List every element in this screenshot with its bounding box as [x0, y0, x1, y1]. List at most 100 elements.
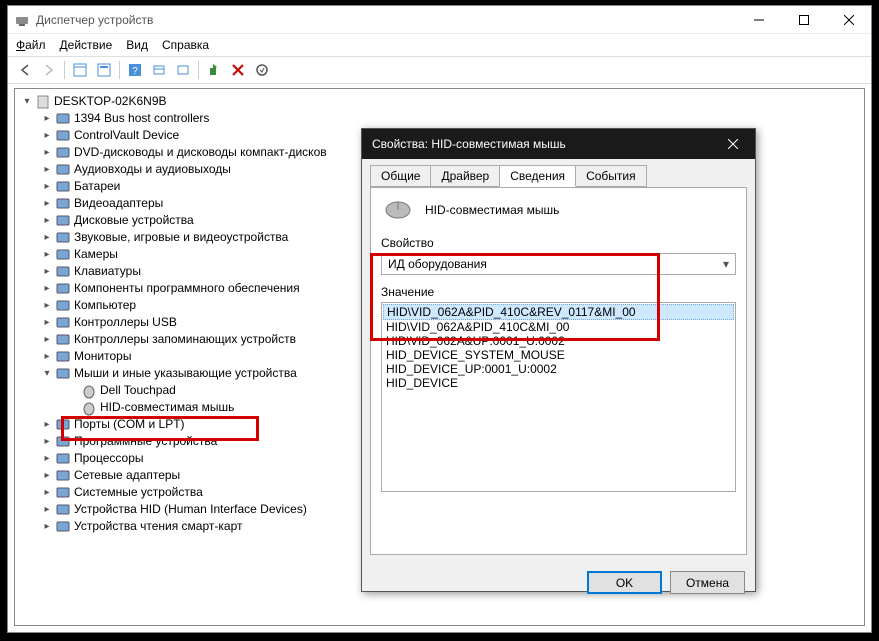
help-button[interactable]: ?	[124, 59, 146, 81]
tree-item-label: Мониторы	[74, 348, 131, 365]
chevron-right-icon: ▸	[41, 263, 53, 280]
forward-button[interactable]	[38, 59, 60, 81]
app-icon	[14, 12, 30, 28]
device-category-icon	[35, 94, 51, 110]
chevron-right-icon: ▸	[41, 178, 53, 195]
chevron-right-icon: ▸	[41, 212, 53, 229]
chevron-right-icon: ▸	[41, 433, 53, 450]
back-button[interactable]	[14, 59, 36, 81]
tree-item-label: Аудиовходы и аудиовыходы	[74, 161, 231, 178]
tree-item-label: ControlVault Device	[74, 127, 179, 144]
cancel-button[interactable]: Отмена	[670, 571, 745, 594]
value-item[interactable]: HID\VID_062A&PID_410C&REV_0117&MI_00	[383, 304, 734, 320]
close-button[interactable]	[826, 6, 871, 34]
ok-button[interactable]: OK	[587, 571, 662, 594]
tab-details[interactable]: Сведения	[499, 165, 576, 187]
window-controls	[736, 6, 871, 34]
tree-item-label: Компоненты программного обеспечения	[74, 280, 300, 297]
tree-item-label: Контроллеры запоминающих устройств	[74, 331, 296, 348]
value-item[interactable]: HID_DEVICE_SYSTEM_MOUSE	[383, 348, 734, 362]
device-category-icon	[55, 332, 71, 348]
device-category-icon	[55, 502, 71, 518]
refresh-button[interactable]	[172, 59, 194, 81]
tree-item-label: Компьютер	[74, 297, 136, 314]
svg-text:?: ?	[132, 66, 138, 77]
device-category-icon	[55, 349, 71, 365]
show-hide-button[interactable]	[69, 59, 91, 81]
device-category-icon	[55, 434, 71, 450]
tab-driver[interactable]: Драйвер	[430, 165, 500, 187]
tree-item-label: Дисковые устройства	[74, 212, 194, 229]
minimize-button[interactable]	[736, 6, 781, 34]
chevron-right-icon: ▸	[41, 161, 53, 178]
device-category-icon	[55, 111, 71, 127]
device-category-icon	[55, 128, 71, 144]
tree-item-label: Мыши и иные указывающие устройства	[74, 365, 297, 382]
device-category-icon	[55, 315, 71, 331]
device-category-icon	[55, 179, 71, 195]
device-category-icon	[55, 366, 71, 382]
device-category-icon	[55, 468, 71, 484]
device-category-icon	[81, 400, 97, 416]
tree-item[interactable]: ▾DESKTOP-02K6N9B	[19, 93, 864, 110]
tab-panel-details: HID-совместимая мышь Свойство ИД оборудо…	[370, 187, 747, 555]
device-category-icon	[55, 162, 71, 178]
dialog-button-row: OK Отмена	[362, 563, 755, 602]
menu-view[interactable]: Вид	[126, 38, 148, 52]
menu-help[interactable]: Справка	[162, 38, 209, 52]
device-category-icon	[55, 451, 71, 467]
scan-button[interactable]	[148, 59, 170, 81]
value-label: Значение	[381, 285, 736, 299]
property-combo[interactable]: ИД оборудования	[381, 253, 736, 275]
chevron-right-icon: ▸	[41, 518, 53, 535]
chevron-right-icon: ▸	[41, 314, 53, 331]
tree-item-label: HID-совместимая мышь	[100, 399, 234, 416]
main-title: Диспетчер устройств	[36, 13, 736, 27]
tree-item-label: Контроллеры USB	[74, 314, 177, 331]
maximize-button[interactable]	[781, 6, 826, 34]
tree-item-label: Dell Touchpad	[100, 382, 176, 399]
dialog-tabs: Общие Драйвер Сведения События	[362, 159, 755, 187]
update-driver-button[interactable]	[203, 59, 225, 81]
chevron-right-icon: ▸	[41, 484, 53, 501]
device-category-icon	[55, 213, 71, 229]
device-category-icon	[55, 196, 71, 212]
dialog-title: Свойства: HID-совместимая мышь	[372, 137, 710, 151]
tab-events[interactable]: События	[575, 165, 647, 187]
chevron-right-icon: ▸	[41, 127, 53, 144]
properties-button[interactable]	[93, 59, 115, 81]
tab-general[interactable]: Общие	[370, 165, 431, 187]
toolbar: ?	[8, 56, 871, 84]
dialog-close-button[interactable]	[710, 129, 755, 159]
chevron-right-icon: ▸	[41, 348, 53, 365]
menu-action[interactable]: Действие	[60, 38, 113, 52]
dialog-titlebar: Свойства: HID-совместимая мышь	[362, 129, 755, 159]
main-titlebar: Диспетчер устройств	[8, 6, 871, 34]
uninstall-button[interactable]	[227, 59, 249, 81]
menu-file[interactable]: Файл	[16, 38, 46, 52]
chevron-right-icon: ▸	[41, 450, 53, 467]
device-category-icon	[55, 417, 71, 433]
value-item[interactable]: HID\VID_062A&PID_410C&MI_00	[383, 320, 734, 334]
tree-item-label: 1394 Bus host controllers	[74, 110, 209, 127]
mouse-icon	[381, 198, 415, 222]
device-category-icon	[55, 519, 71, 535]
chevron-right-icon: ▸	[41, 144, 53, 161]
value-item[interactable]: HID\VID_062A&UP:0001_U:0002	[383, 334, 734, 348]
disable-button[interactable]	[251, 59, 273, 81]
device-category-icon	[81, 383, 97, 399]
value-item[interactable]: HID_DEVICE_UP:0001_U:0002	[383, 362, 734, 376]
tree-item-label: Видеоадаптеры	[74, 195, 163, 212]
menubar: Файл Действие Вид Справка	[8, 34, 871, 56]
device-category-icon	[55, 230, 71, 246]
tree-item-label: Сетевые адаптеры	[74, 467, 180, 484]
device-header: HID-совместимая мышь	[381, 198, 736, 222]
device-category-icon	[55, 264, 71, 280]
tree-item[interactable]: ▸1394 Bus host controllers	[19, 110, 864, 127]
tree-item-label: Порты (COM и LPT)	[74, 416, 185, 433]
properties-dialog: Свойства: HID-совместимая мышь Общие Дра…	[361, 128, 756, 592]
device-category-icon	[55, 145, 71, 161]
value-item[interactable]: HID_DEVICE	[383, 376, 734, 390]
tree-item-label: Камеры	[74, 246, 118, 263]
value-listbox[interactable]: HID\VID_062A&PID_410C&REV_0117&MI_00HID\…	[381, 302, 736, 492]
